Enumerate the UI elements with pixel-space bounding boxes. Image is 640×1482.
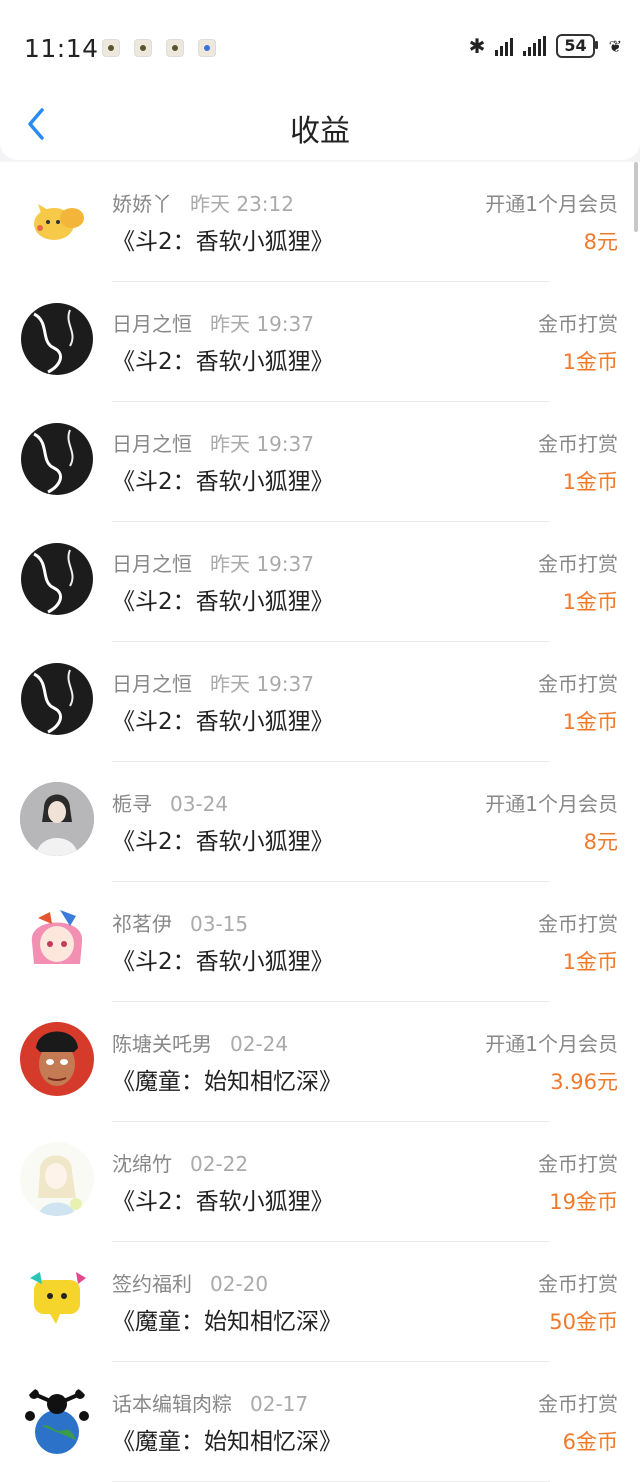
list-item[interactable]: 沈绵竹 02-22 《斗2：香软小狐狸》 金币打赏 19金币: [0, 1122, 640, 1242]
signal-icon: [495, 36, 514, 56]
notification-icon: [198, 39, 216, 57]
work-title: 《斗2：香软小狐狸》: [112, 469, 334, 495]
list-item[interactable]: 日月之恒 昨天 19:37 《斗2：香软小狐狸》 金币打赏 1金币: [0, 402, 640, 522]
list-item[interactable]: 祁茗伊 03-15 《斗2：香软小狐狸》 金币打赏 1金币: [0, 882, 640, 1002]
income-amount: 1金币: [562, 950, 618, 974]
work-title: 《魔童：始知相忆深》: [112, 1069, 342, 1095]
income-type: 金币打赏: [538, 672, 618, 696]
income-amount: 1金币: [562, 350, 618, 374]
nav-bar: 收益: [0, 92, 640, 160]
user-name: 祁茗伊: [112, 912, 172, 936]
status-bar: 11:14 ✱ 54 ❦: [0, 0, 640, 92]
work-title: 《斗2：香软小狐狸》: [112, 1189, 334, 1215]
item-time: 02-24: [230, 1032, 289, 1056]
income-amount: 1金币: [562, 710, 618, 734]
income-type: 金币打赏: [538, 552, 618, 576]
user-name: 日月之恒: [112, 672, 192, 696]
avatar[interactable]: [20, 782, 94, 856]
income-type: 金币打赏: [538, 1272, 618, 1296]
scrollbar[interactable]: [634, 162, 638, 232]
list-item[interactable]: 日月之恒 昨天 19:37 《斗2：香软小狐狸》 金币打赏 1金币: [0, 642, 640, 762]
income-type: 金币打赏: [538, 912, 618, 936]
income-amount: 8元: [583, 830, 618, 854]
item-time: 02-20: [210, 1272, 269, 1296]
work-title: 《魔童：始知相忆深》: [112, 1429, 342, 1455]
item-time: 昨天 19:37: [210, 432, 314, 456]
item-time: 03-24: [170, 792, 229, 816]
avatar[interactable]: [20, 662, 94, 736]
list-item[interactable]: 日月之恒 昨天 19:37 《斗2：香软小狐狸》 金币打赏 1金币: [0, 522, 640, 642]
work-title: 《斗2：香软小狐狸》: [112, 589, 334, 615]
income-type: 开通1个月会员: [485, 792, 618, 816]
item-time: 02-17: [250, 1392, 309, 1416]
list-item[interactable]: 陈塘关吒男 02-24 《魔童：始知相忆深》 开通1个月会员 3.96元: [0, 1002, 640, 1122]
income-type: 金币打赏: [538, 432, 618, 456]
user-name: 日月之恒: [112, 552, 192, 576]
avatar[interactable]: [20, 1142, 94, 1216]
list-item[interactable]: 栀寻 03-24 《斗2：香软小狐狸》 开通1个月会员 8元: [0, 762, 640, 882]
income-amount: 8元: [583, 230, 618, 254]
user-name: 栀寻: [112, 792, 152, 816]
income-type: 开通1个月会员: [485, 1032, 618, 1056]
item-time: 02-22: [190, 1152, 249, 1176]
leaf-icon: ❦: [608, 36, 622, 56]
income-list: 娇娇丫 昨天 23:12 《斗2：香软小狐狸》 开通1个月会员 8元 日月之恒 昨天 19:…: [0, 162, 640, 1482]
notification-icon: [134, 39, 152, 57]
item-time: 昨天 23:12: [190, 192, 294, 216]
avatar[interactable]: [20, 542, 94, 616]
item-time: 昨天 19:37: [210, 312, 314, 336]
item-time: 03-15: [190, 912, 249, 936]
notification-icon: [166, 39, 184, 57]
page-title: 收益: [290, 114, 350, 149]
list-item[interactable]: 娇娇丫 昨天 23:12 《斗2：香软小狐狸》 开通1个月会员 8元: [0, 162, 640, 282]
income-amount: 1金币: [562, 470, 618, 494]
avatar[interactable]: [20, 422, 94, 496]
avatar[interactable]: [20, 1382, 94, 1456]
income-amount: 3.96元: [550, 1070, 618, 1094]
status-time: 11:14: [24, 34, 99, 63]
user-name: 日月之恒: [112, 312, 192, 336]
income-amount: 1金币: [562, 590, 618, 614]
income-type: 金币打赏: [538, 1152, 618, 1176]
avatar[interactable]: [20, 182, 94, 256]
income-amount: 19金币: [549, 1190, 618, 1214]
work-title: 《斗2：香软小狐狸》: [112, 829, 334, 855]
income-type: 开通1个月会员: [485, 192, 618, 216]
user-name: 沈绵竹: [112, 1152, 172, 1176]
user-name: 签约福利: [112, 1272, 192, 1296]
list-item[interactable]: 签约福利 02-20 《魔童：始知相忆深》 金币打赏 50金币: [0, 1242, 640, 1362]
work-title: 《魔童：始知相忆深》: [112, 1309, 342, 1335]
work-title: 《斗2：香软小狐狸》: [112, 709, 334, 735]
item-time: 昨天 19:37: [210, 672, 314, 696]
avatar[interactable]: [20, 302, 94, 376]
income-type: 金币打赏: [538, 312, 618, 336]
work-title: 《斗2：香软小狐狸》: [112, 949, 334, 975]
avatar[interactable]: [20, 1022, 94, 1096]
item-time: 昨天 19:37: [210, 552, 314, 576]
work-title: 《斗2：香软小狐狸》: [112, 349, 334, 375]
income-type: 金币打赏: [538, 1392, 618, 1416]
avatar[interactable]: [20, 902, 94, 976]
user-name: 娇娇丫: [112, 192, 172, 216]
battery-indicator: 54: [556, 34, 598, 58]
user-name: 陈塘关吒男: [112, 1032, 212, 1056]
user-name: 日月之恒: [112, 432, 192, 456]
signal-icon: [523, 36, 547, 56]
bluetooth-icon: ✱: [468, 34, 486, 58]
income-amount: 50金币: [549, 1310, 618, 1334]
avatar[interactable]: [20, 1262, 94, 1336]
notification-icon: [102, 39, 120, 57]
list-item[interactable]: 日月之恒 昨天 19:37 《斗2：香软小狐狸》 金币打赏 1金币: [0, 282, 640, 402]
list-item[interactable]: 话本编辑肉粽 02-17 《魔童：始知相忆深》 金币打赏 6金币: [0, 1362, 640, 1482]
user-name: 话本编辑肉粽: [112, 1392, 232, 1416]
work-title: 《斗2：香软小狐狸》: [112, 229, 334, 255]
